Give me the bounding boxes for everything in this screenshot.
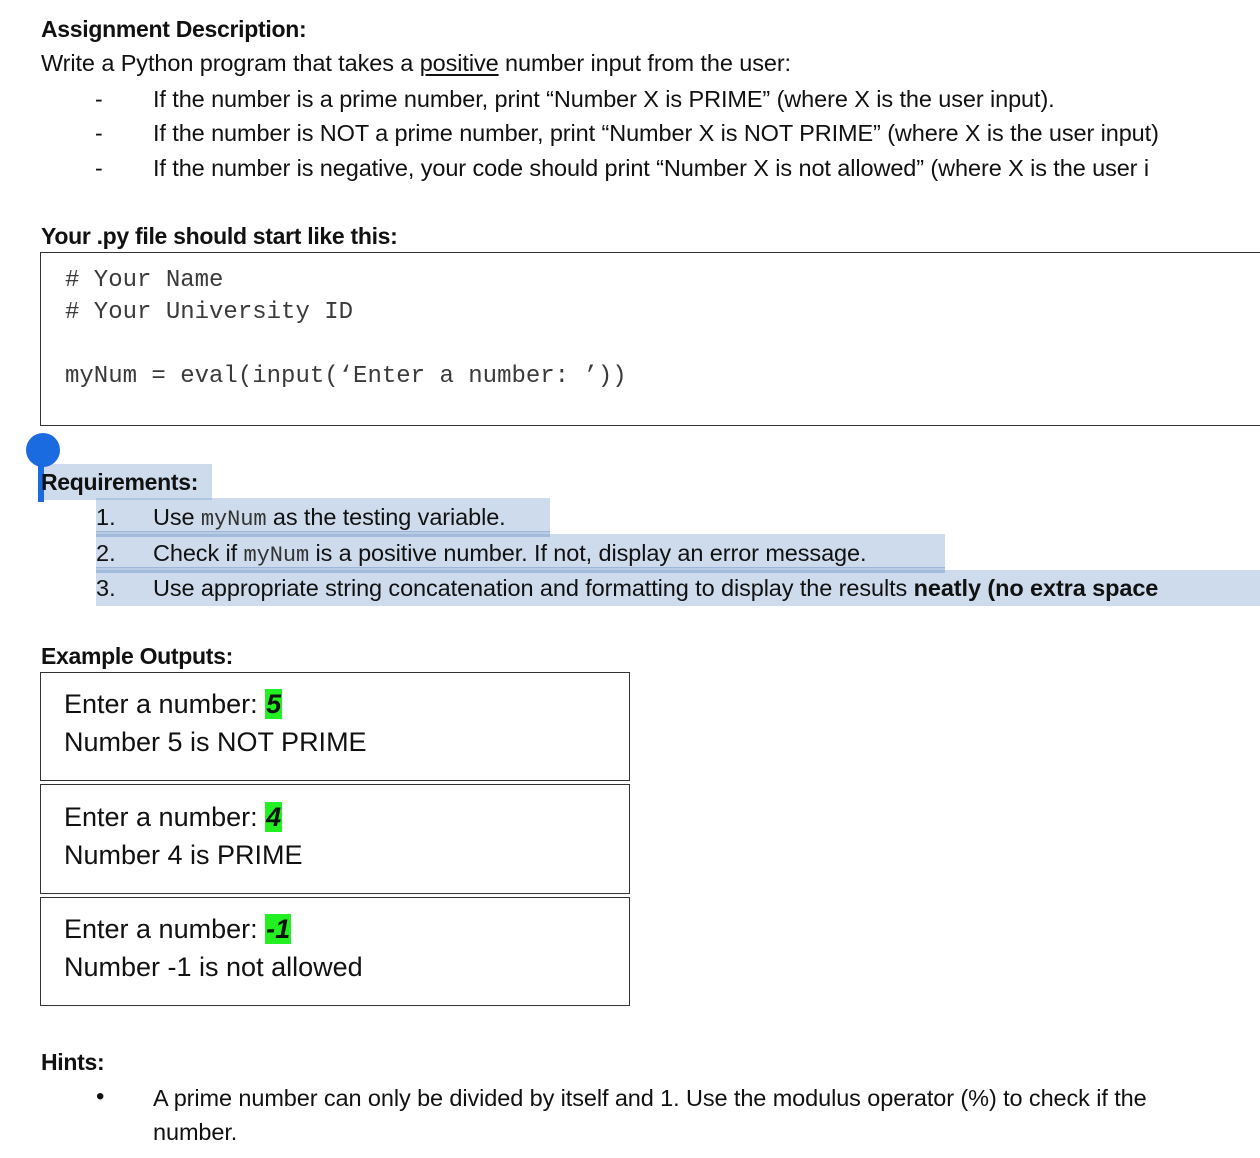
prompt-text: Enter a number: (64, 802, 266, 832)
requirement-1: Use myNum as the testing variable. (153, 504, 506, 532)
code-line-id: # Your University ID (65, 299, 354, 326)
starter-heading: Your .py file should start like this: (41, 223, 398, 249)
req-text: Use (153, 504, 201, 530)
highlighted-input: 4 (265, 802, 283, 832)
requirement-3: Use appropriate string concatenation and… (153, 575, 1158, 602)
req-number: 1. (96, 504, 116, 530)
prompt-text: Enter a number: (64, 914, 266, 944)
highlighted-input: -1 (265, 914, 292, 944)
prompt-text: Enter a number: (64, 689, 266, 719)
intro-text: Write a Python program that takes a (41, 50, 420, 76)
bullet-dash: - (95, 86, 103, 112)
starter-code-box: # Your Name # Your University ID myNum =… (40, 252, 1260, 426)
examples-heading: Example Outputs: (41, 643, 234, 669)
code-line-input: myNum = eval(input(‘Enter a number: ’)) (65, 363, 627, 390)
intro-text-end: number input from the user: (498, 50, 791, 76)
requirements-heading: Requirements: (41, 469, 199, 495)
assignment-heading: Assignment Description: (41, 16, 307, 42)
code-line-name: # Your Name (65, 267, 224, 294)
req-code: myNum (200, 507, 267, 532)
bullet-negative: If the number is negative, your code sho… (153, 155, 1149, 181)
req-text: as the testing variable. (266, 504, 506, 530)
req-code: myNum (243, 543, 310, 568)
req-text: is a positive number. If not, display an… (309, 540, 867, 566)
req-text: Check if (153, 540, 244, 566)
bullet-dash: - (95, 155, 103, 181)
example-result: Number -1 is not allowed (64, 952, 363, 982)
example-prompt: Enter a number: -1 (64, 914, 292, 945)
hints-heading: Hints: (41, 1049, 105, 1075)
req-bold-text: neatly (no extra space (913, 575, 1159, 601)
bullet-not-prime: If the number is NOT a prime number, pri… (153, 120, 1159, 146)
req-number: 2. (96, 540, 116, 566)
hint-line-continued: number. (153, 1119, 238, 1145)
req-text: Use appropriate string concatenation and… (153, 575, 914, 601)
example-prompt: Enter a number: 4 (64, 802, 283, 833)
bullet-dash: - (95, 120, 103, 146)
example-result: Number 5 is NOT PRIME (64, 727, 367, 757)
bullet-prime: If the number is a prime number, print “… (153, 86, 1055, 112)
example-output-box: Enter a number: 5 Number 5 is NOT PRIME (40, 672, 630, 781)
requirement-2: Check if myNum is a positive number. If … (153, 540, 867, 568)
highlighted-input: 5 (265, 689, 283, 719)
example-output-box: Enter a number: 4 Number 4 is PRIME (40, 784, 630, 894)
example-result: Number 4 is PRIME (64, 840, 303, 870)
example-prompt: Enter a number: 5 (64, 689, 283, 720)
assignment-intro: Write a Python program that takes a posi… (41, 50, 791, 77)
intro-underlined-word: positive (419, 50, 499, 76)
example-output-box: Enter a number: -1 Number -1 is not allo… (40, 897, 630, 1006)
hint-line: A prime number can only be divided by it… (153, 1085, 1147, 1111)
bullet-icon: • (96, 1083, 105, 1110)
req-number: 3. (96, 575, 116, 601)
